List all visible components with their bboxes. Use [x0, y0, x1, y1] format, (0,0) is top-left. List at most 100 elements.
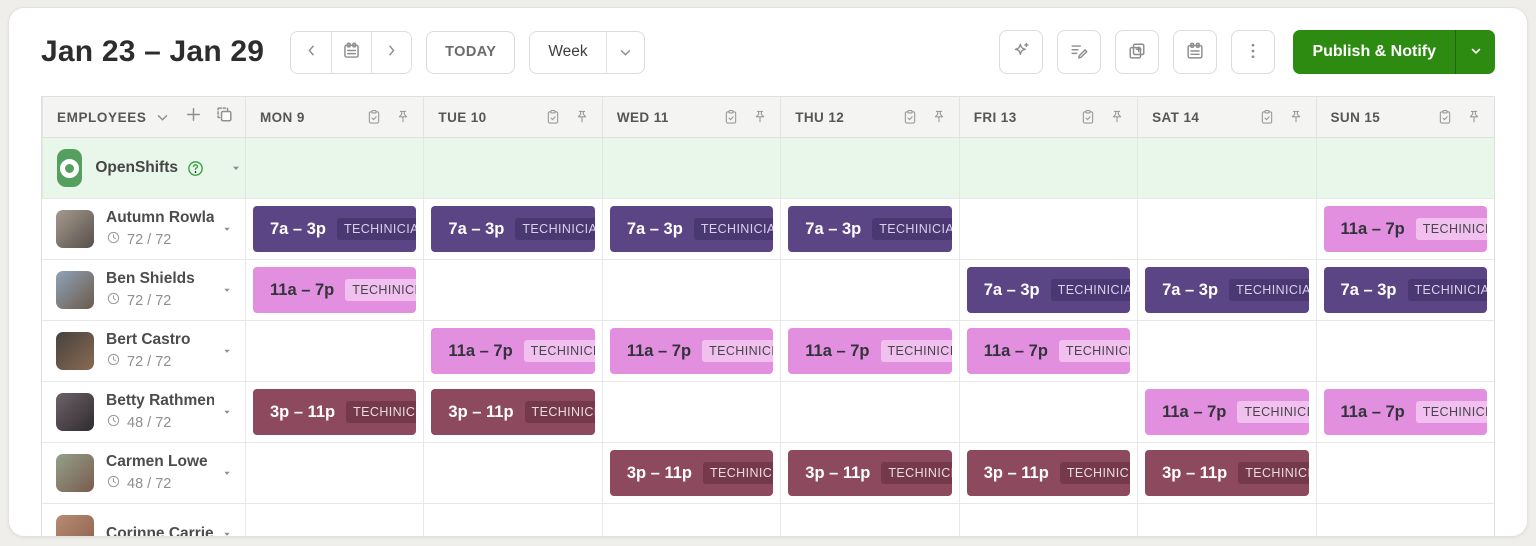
calendar-picker-button[interactable] [331, 32, 371, 73]
shift-day-cell[interactable] [959, 382, 1137, 442]
shift-day-cell[interactable]: 11a – 7pTECHINICIAN [1316, 199, 1494, 259]
shift-chip-mid[interactable]: 11a – 7pTECHINICIAN [1324, 389, 1487, 435]
shift-chip-evening[interactable]: 3p – 11pTECHINICIAN [431, 389, 594, 435]
shift-chip-morning[interactable]: 7a – 3pTECHINICIAN [1145, 267, 1308, 313]
pin-icon[interactable] [573, 108, 591, 126]
more-options-button[interactable] [1231, 30, 1275, 74]
chevron-down-icon[interactable] [219, 404, 235, 420]
open-shift-day-cell[interactable] [245, 138, 423, 198]
ai-sparkle-button[interactable] [999, 30, 1043, 74]
shift-day-cell[interactable]: 11a – 7pTECHINICIAN [959, 321, 1137, 381]
chevron-down-icon[interactable] [219, 526, 235, 537]
shift-chip-mid[interactable]: 11a – 7pTECHINICIAN [253, 267, 416, 313]
shift-day-cell[interactable]: 3p – 11pTECHINICIAN [245, 382, 423, 442]
clipboard-check-icon[interactable] [901, 108, 919, 126]
clipboard-check-icon[interactable] [365, 108, 383, 126]
shift-chip-morning[interactable]: 7a – 3pTECHINICIAN [431, 206, 594, 252]
open-shift-day-cell[interactable] [602, 138, 780, 198]
shift-day-cell[interactable]: 3p – 11pTECHINICIAN [959, 443, 1137, 503]
shift-chip-morning[interactable]: 7a – 3pTECHINICIAN [610, 206, 773, 252]
pin-icon[interactable] [751, 108, 769, 126]
shift-day-cell[interactable] [423, 260, 601, 320]
shift-day-cell[interactable] [1137, 504, 1315, 537]
shift-day-cell[interactable]: 7a – 3pTECHINICIAN [245, 199, 423, 259]
shift-day-cell[interactable] [1316, 504, 1494, 537]
shift-day-cell[interactable]: 11a – 7pTECHINICIAN [423, 321, 601, 381]
shift-day-cell[interactable] [602, 382, 780, 442]
chevron-down-icon[interactable] [152, 107, 173, 128]
shift-chip-mid[interactable]: 11a – 7pTECHINICIAN [1145, 389, 1308, 435]
help-icon[interactable] [186, 159, 205, 178]
shift-chip-morning[interactable]: 7a – 3pTECHINICIAN [788, 206, 951, 252]
shift-day-cell[interactable]: 3p – 11pTECHINICIAN [423, 382, 601, 442]
shift-day-cell[interactable]: 3p – 11pTECHINICIAN [780, 443, 958, 503]
copy-week-button[interactable] [1115, 30, 1159, 74]
shift-day-cell[interactable] [959, 504, 1137, 537]
shift-day-cell[interactable] [245, 321, 423, 381]
shift-day-cell[interactable] [1316, 443, 1494, 503]
shift-day-cell[interactable] [423, 504, 601, 537]
view-selector[interactable]: Week [529, 31, 644, 74]
pin-icon[interactable] [394, 108, 412, 126]
next-week-button[interactable] [371, 32, 411, 73]
pin-icon[interactable] [1108, 108, 1126, 126]
shift-chip-evening[interactable]: 3p – 11pTECHINICIAN [253, 389, 416, 435]
open-shift-day-cell[interactable] [780, 138, 958, 198]
open-shift-day-cell[interactable] [423, 138, 601, 198]
shift-day-cell[interactable]: 7a – 3pTECHINICIAN [423, 199, 601, 259]
clipboard-check-icon[interactable] [544, 108, 562, 126]
clipboard-check-icon[interactable] [722, 108, 740, 126]
shift-day-cell[interactable] [1316, 321, 1494, 381]
shift-day-cell[interactable]: 11a – 7pTECHINICIAN [1316, 382, 1494, 442]
shift-chip-evening[interactable]: 3p – 11pTECHINICIAN [788, 450, 951, 496]
edit-schedule-button[interactable] [1057, 30, 1101, 74]
shift-day-cell[interactable]: 11a – 7pTECHINICIAN [245, 260, 423, 320]
open-shift-day-cell[interactable] [959, 138, 1137, 198]
publish-notify-button[interactable]: Publish & Notify [1293, 30, 1455, 74]
shift-day-cell[interactable] [1137, 199, 1315, 259]
prev-week-button[interactable] [291, 32, 331, 73]
calendar-button[interactable] [1173, 30, 1217, 74]
open-shift-day-cell[interactable] [1316, 138, 1494, 198]
shift-chip-morning[interactable]: 7a – 3pTECHINICIAN [1324, 267, 1487, 313]
shift-chip-morning[interactable]: 7a – 3pTECHINICIAN [253, 206, 416, 252]
chevron-down-icon[interactable] [227, 159, 245, 177]
shift-chip-mid[interactable]: 11a – 7pTECHINICIAN [788, 328, 951, 374]
shift-day-cell[interactable]: 11a – 7pTECHINICIAN [780, 321, 958, 381]
today-button[interactable]: TODAY [426, 31, 515, 74]
shift-day-cell[interactable]: 7a – 3pTECHINICIAN [780, 199, 958, 259]
shift-chip-evening[interactable]: 3p – 11pTECHINICIAN [967, 450, 1130, 496]
chevron-down-icon[interactable] [219, 282, 235, 298]
open-shifts-cell[interactable]: OpenShifts [42, 138, 245, 198]
shift-day-cell[interactable]: 3p – 11pTECHINICIAN [602, 443, 780, 503]
clipboard-check-icon[interactable] [1436, 108, 1454, 126]
shift-chip-mid[interactable]: 11a – 7pTECHINICIAN [610, 328, 773, 374]
publish-dropdown-button[interactable] [1455, 30, 1495, 74]
pin-icon[interactable] [1465, 108, 1483, 126]
shift-day-cell[interactable] [780, 260, 958, 320]
pin-icon[interactable] [930, 108, 948, 126]
shift-day-cell[interactable] [245, 443, 423, 503]
clipboard-check-icon[interactable] [1258, 108, 1276, 126]
shift-day-cell[interactable]: 7a – 3pTECHINICIAN [1316, 260, 1494, 320]
shift-day-cell[interactable] [959, 199, 1137, 259]
duplicate-button[interactable] [214, 104, 235, 130]
shift-day-cell[interactable] [602, 504, 780, 537]
shift-day-cell[interactable] [780, 504, 958, 537]
chevron-down-icon[interactable] [219, 221, 235, 237]
shift-day-cell[interactable] [780, 382, 958, 442]
shift-day-cell[interactable]: 7a – 3pTECHINICIAN [959, 260, 1137, 320]
shift-chip-morning[interactable]: 7a – 3pTECHINICIAN [967, 267, 1130, 313]
shift-day-cell[interactable]: 7a – 3pTECHINICIAN [1137, 260, 1315, 320]
shift-day-cell[interactable]: 11a – 7pTECHINICIAN [602, 321, 780, 381]
pin-icon[interactable] [1287, 108, 1305, 126]
clipboard-check-icon[interactable] [1079, 108, 1097, 126]
shift-chip-mid[interactable]: 11a – 7pTECHINICIAN [1324, 206, 1487, 252]
shift-day-cell[interactable]: 7a – 3pTECHINICIAN [602, 199, 780, 259]
shift-day-cell[interactable] [1137, 321, 1315, 381]
shift-day-cell[interactable]: 11a – 7pTECHINICIAN [1137, 382, 1315, 442]
shift-chip-mid[interactable]: 11a – 7pTECHINICIAN [967, 328, 1130, 374]
shift-day-cell[interactable] [423, 443, 601, 503]
add-employee-button[interactable] [183, 104, 204, 130]
shift-chip-evening[interactable]: 3p – 11pTECHINICIAN [1145, 450, 1308, 496]
